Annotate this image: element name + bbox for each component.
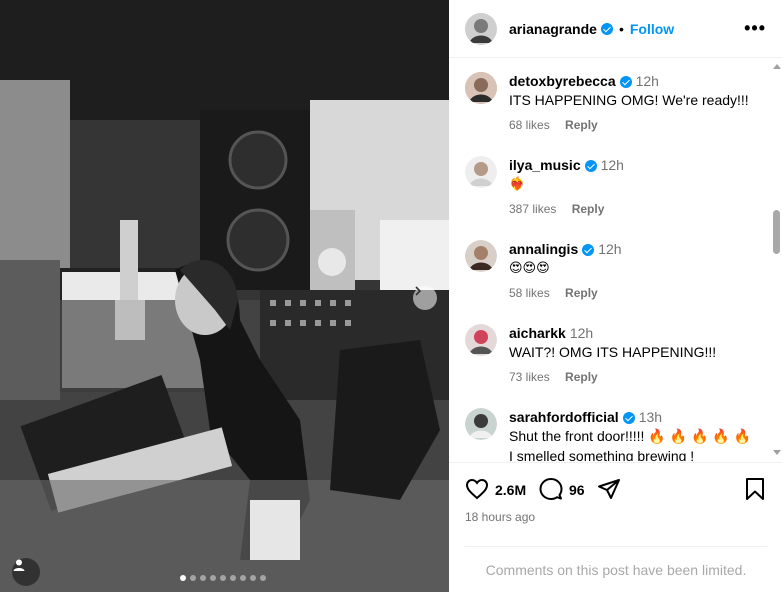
comments-list[interactable]: detoxbyrebecca 12h ITS HAPPENING OMG! We'…: [449, 58, 782, 461]
avatar[interactable]: [465, 72, 497, 104]
comment-time[interactable]: 12h: [598, 241, 621, 257]
profile-avatar-icon: [465, 324, 497, 356]
verified-badge-icon: [619, 76, 632, 89]
heart-icon: [465, 478, 489, 500]
likes-count[interactable]: 2.6M: [495, 482, 526, 498]
avatar[interactable]: [465, 12, 497, 45]
paper-plane-icon: [598, 479, 620, 499]
comment-likes[interactable]: 73 likes: [509, 370, 550, 384]
carousel-dot[interactable]: [190, 575, 196, 581]
header-username[interactable]: arianagrande: [509, 21, 597, 37]
verified-badge-icon: [584, 160, 597, 173]
reply-button[interactable]: Reply: [572, 202, 605, 216]
carousel-dot[interactable]: [260, 575, 266, 581]
list-item: aicharkk 12h WAIT?! OMG ITS HAPPENING!!! …: [465, 310, 765, 394]
reply-button[interactable]: Reply: [565, 286, 598, 300]
avatar[interactable]: [465, 240, 497, 272]
carousel-dot[interactable]: [210, 575, 216, 581]
carousel-next-button[interactable]: [413, 286, 437, 310]
post-actions: 2.6M 96 18 hours ago: [449, 462, 782, 543]
verified-badge-icon: [582, 244, 595, 257]
list-item: sarahfordofficial 13h Shut the front door…: [465, 394, 765, 461]
comment-button[interactable]: [539, 477, 563, 506]
comment-text-line2: I smelled something brewing !: [509, 448, 695, 461]
comment-username[interactable]: aicharkk: [509, 325, 566, 341]
comment-text: WAIT?! OMG ITS HAPPENING!!!: [509, 344, 717, 360]
comment-time[interactable]: 12h: [636, 73, 659, 89]
posted-time[interactable]: 18 hours ago: [465, 510, 535, 524]
carousel-dot[interactable]: [200, 575, 206, 581]
comment-text: Shut the front door!!!!! 🔥 🔥 🔥 🔥 🔥: [509, 428, 752, 444]
carousel-dot[interactable]: [250, 575, 256, 581]
comment-likes[interactable]: 387 likes: [509, 202, 556, 216]
carousel-dot[interactable]: [240, 575, 246, 581]
scrollbar-thumb[interactable]: [773, 210, 780, 254]
like-button[interactable]: [465, 477, 489, 506]
comments-limited-notice: Comments on this post have been limited.: [465, 546, 767, 593]
carousel-dots: [180, 575, 266, 581]
profile-avatar-icon: [465, 408, 497, 440]
carousel-dot[interactable]: [220, 575, 226, 581]
chevron-right-icon: [415, 286, 422, 296]
comments-scrollbar[interactable]: [771, 58, 782, 461]
post-details-panel: arianagrande • Follow ••• detoxbyrebecca…: [449, 0, 782, 592]
list-item: annalingis 12h 😍😍😍 58 likes Reply: [465, 226, 765, 310]
comment-likes[interactable]: 68 likes: [509, 118, 550, 132]
comment-text: ❤️‍🔥: [509, 176, 526, 191]
comment-time[interactable]: 12h: [601, 157, 624, 173]
more-options-button[interactable]: •••: [744, 18, 766, 39]
list-item: detoxbyrebecca 12h ITS HAPPENING OMG! We'…: [465, 58, 765, 142]
profile-avatar-icon: [465, 12, 497, 45]
comment-username[interactable]: detoxbyrebecca: [509, 73, 616, 89]
avatar[interactable]: [465, 408, 497, 440]
avatar[interactable]: [465, 324, 497, 356]
save-button[interactable]: [743, 477, 767, 506]
list-item: ilya_music 12h ❤️‍🔥 387 likes Reply: [465, 142, 765, 226]
tagged-users-button[interactable]: [12, 558, 40, 586]
comment-username[interactable]: sarahfordofficial: [509, 409, 619, 425]
comment-username[interactable]: annalingis: [509, 241, 578, 257]
profile-avatar-icon: [465, 156, 497, 188]
comment-bubble-icon: [539, 478, 563, 500]
profile-avatar-icon: [465, 240, 497, 272]
comment-time[interactable]: 13h: [639, 409, 662, 425]
comment-text: 😍😍😍: [509, 260, 550, 275]
comment-time[interactable]: 12h: [570, 325, 593, 341]
person-icon: [13, 559, 25, 571]
reply-button[interactable]: Reply: [565, 370, 598, 384]
profile-avatar-icon: [465, 72, 497, 104]
comments-count[interactable]: 96: [569, 482, 585, 498]
bookmark-icon: [746, 478, 764, 500]
comment-username[interactable]: ilya_music: [509, 157, 581, 173]
reply-button[interactable]: Reply: [565, 118, 598, 132]
scroll-down-arrow-icon[interactable]: [773, 450, 781, 455]
verified-badge-icon: [600, 22, 613, 35]
share-button[interactable]: [597, 477, 621, 506]
verified-badge-icon: [622, 412, 635, 425]
avatar[interactable]: [465, 156, 497, 188]
scroll-up-arrow-icon[interactable]: [773, 64, 781, 69]
studio-photo-illustration: [0, 0, 449, 592]
separator-dot: •: [618, 20, 624, 37]
post-photo: [0, 0, 449, 592]
comment-likes[interactable]: 58 likes: [509, 286, 550, 300]
follow-button[interactable]: Follow: [630, 21, 674, 37]
comment-text: ITS HAPPENING OMG! We're ready!!!: [509, 92, 749, 108]
carousel-dot[interactable]: [230, 575, 236, 581]
post-header: arianagrande • Follow •••: [449, 0, 782, 58]
carousel-dot[interactable]: [180, 575, 186, 581]
